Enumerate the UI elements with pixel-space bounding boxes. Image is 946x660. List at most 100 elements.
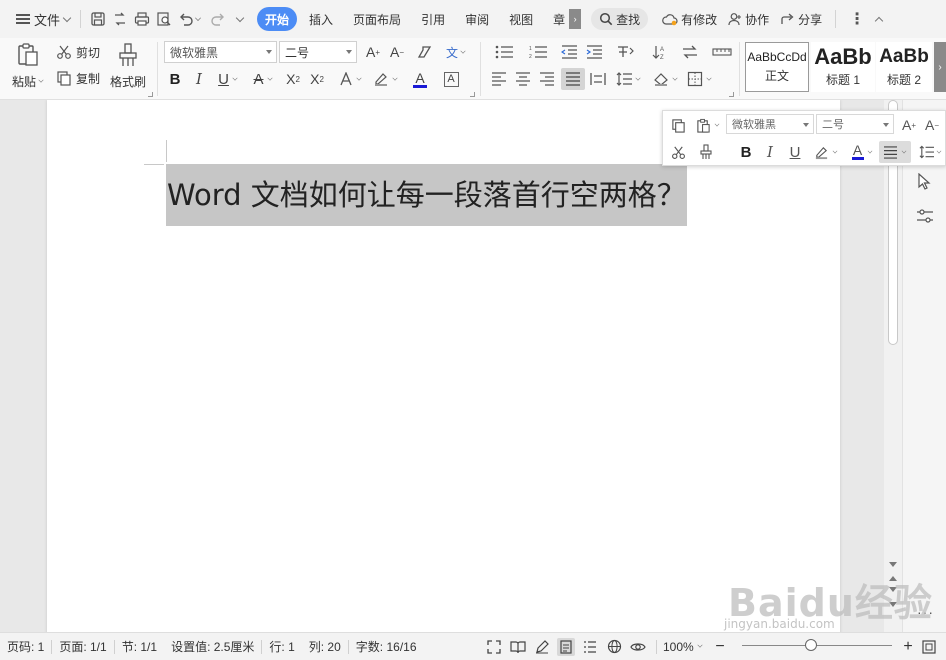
vertical-scrollbar[interactable] xyxy=(884,100,902,632)
status-pages[interactable]: 页面: 1/1 xyxy=(52,638,113,655)
font-color-button[interactable]: A xyxy=(405,68,435,90)
print-preview-icon[interactable] xyxy=(153,8,175,30)
superscript-button[interactable]: X2 xyxy=(282,68,304,90)
mini-font-color-button[interactable]: A xyxy=(847,141,877,163)
web-view-icon[interactable] xyxy=(605,638,623,656)
format-painter-button[interactable]: 格式刷 xyxy=(110,42,146,90)
has-changes-button[interactable]: 有修改 xyxy=(658,11,721,28)
grow-font-icon[interactable]: A + xyxy=(362,41,384,63)
selected-heading-text[interactable]: Word 文档如何让每一段落首行空两格？ xyxy=(166,164,687,226)
shrink-font-icon[interactable]: A − xyxy=(921,114,943,136)
sort-icon[interactable]: AZ xyxy=(648,41,670,63)
print-icon[interactable] xyxy=(131,8,153,30)
cut-button[interactable]: 剪切 xyxy=(56,42,100,62)
tab-chapter[interactable]: 章 xyxy=(545,7,565,31)
eye-protection-icon[interactable] xyxy=(629,638,647,656)
more-vertical-icon[interactable]: ⋮ xyxy=(845,9,869,29)
tab-references[interactable]: 引用 xyxy=(413,7,453,31)
zoom-slider-track[interactable] xyxy=(742,645,892,646)
char-border-icon[interactable]: A xyxy=(440,68,462,90)
tab-page-layout[interactable]: 页面布局 xyxy=(345,7,409,31)
clipboard-dialog-launcher[interactable] xyxy=(148,92,153,97)
underline-button[interactable]: U xyxy=(213,68,243,90)
outline-view-icon[interactable] xyxy=(581,638,599,656)
collapse-ribbon-icon[interactable] xyxy=(872,14,886,26)
mini-highlight-button[interactable] xyxy=(810,141,842,163)
paste-button[interactable]: 粘贴 xyxy=(12,42,44,90)
file-menu[interactable]: 文件 xyxy=(12,7,74,31)
style-normal[interactable]: AaBbCcDd 正文 xyxy=(745,42,809,92)
copy-icon[interactable] xyxy=(667,114,689,136)
collaborate-button[interactable]: 协作 xyxy=(724,11,773,28)
ruler-icon[interactable] xyxy=(708,41,736,63)
zoom-in-icon[interactable]: + xyxy=(899,638,917,656)
shrink-font-icon[interactable]: A − xyxy=(386,41,408,63)
status-setting-value[interactable]: 设置值: 2.5厘米 xyxy=(164,638,261,655)
text-direction-icon[interactable] xyxy=(676,41,704,63)
cut-icon[interactable] xyxy=(667,141,689,163)
save-icon[interactable] xyxy=(87,8,109,30)
zoom-out-icon[interactable]: − xyxy=(711,638,729,656)
mini-align-button[interactable] xyxy=(879,141,911,163)
mini-font-size-select[interactable]: 二号 xyxy=(816,114,894,134)
decrease-indent-icon[interactable] xyxy=(558,41,580,63)
strikethrough-button[interactable]: A xyxy=(248,68,278,90)
align-center-button[interactable] xyxy=(512,68,534,90)
subscript-button[interactable]: X2 xyxy=(306,68,328,90)
tab-review[interactable]: 审阅 xyxy=(457,7,497,31)
undo-icon[interactable] xyxy=(175,8,197,30)
font-size-select[interactable]: 二号 xyxy=(279,41,357,63)
status-page-number[interactable]: 页码: 1 xyxy=(0,638,51,655)
style-heading-1[interactable]: AaBb 标题 1 xyxy=(811,42,875,92)
mini-italic-button[interactable]: I xyxy=(760,141,780,163)
font-dialog-launcher[interactable] xyxy=(470,92,475,97)
status-row[interactable]: 行: 1 xyxy=(262,638,301,655)
paragraph-dialog-launcher[interactable] xyxy=(729,92,734,97)
quick-access-dropdown-icon[interactable] xyxy=(229,8,251,30)
grow-font-icon[interactable]: A + xyxy=(899,114,919,136)
shading-button[interactable] xyxy=(650,68,680,90)
bullet-list-button[interactable] xyxy=(488,41,520,63)
search-button[interactable]: 查找 xyxy=(591,8,649,30)
scroll-down-arrow-icon[interactable] xyxy=(889,562,897,567)
clear-format-icon[interactable] xyxy=(414,41,436,63)
justify-button[interactable] xyxy=(561,68,585,90)
numbered-list-button[interactable]: 12 xyxy=(522,41,554,63)
chinese-layout-icon[interactable] xyxy=(612,41,640,63)
mini-bold-button[interactable]: B xyxy=(736,141,756,163)
copy-button[interactable]: 复制 xyxy=(56,68,100,88)
document-page[interactable]: Word 文档如何让每一段落首行空两格？ xyxy=(47,100,840,632)
mini-font-name-select[interactable]: 微软雅黑 xyxy=(726,114,814,134)
borders-button[interactable] xyxy=(684,68,714,90)
paste-icon[interactable] xyxy=(693,114,723,136)
tab-home[interactable]: 开始 xyxy=(257,7,298,31)
zoom-slider-thumb[interactable] xyxy=(805,639,817,651)
tab-insert[interactable]: 插入 xyxy=(301,7,341,31)
line-spacing-button[interactable] xyxy=(612,68,644,90)
fit-window-icon[interactable] xyxy=(920,638,938,656)
phonetic-guide-icon[interactable]: 文 xyxy=(442,41,470,63)
fullscreen-icon[interactable] xyxy=(485,638,503,656)
page-view-icon[interactable] xyxy=(557,637,575,656)
convert-icon[interactable] xyxy=(109,8,131,30)
share-button[interactable]: 分享 xyxy=(776,11,826,28)
adjust-sliders-icon[interactable] xyxy=(916,208,934,227)
cursor-select-icon[interactable] xyxy=(917,172,931,194)
status-column[interactable]: 列: 20 xyxy=(302,638,348,655)
format-painter-icon[interactable] xyxy=(695,141,717,163)
reading-mode-icon[interactable] xyxy=(509,638,527,656)
mini-underline-button[interactable]: U xyxy=(784,141,806,163)
italic-button[interactable]: I xyxy=(189,68,209,90)
bold-button[interactable]: B xyxy=(165,68,185,90)
status-section[interactable]: 节: 1/1 xyxy=(115,638,164,655)
redo-icon[interactable] xyxy=(207,8,229,30)
distributed-align-button[interactable] xyxy=(587,68,609,90)
increase-indent-icon[interactable] xyxy=(583,41,605,63)
highlight-button[interactable] xyxy=(370,68,400,90)
text-effect-button[interactable] xyxy=(335,68,365,90)
align-right-button[interactable] xyxy=(536,68,558,90)
zoom-level-select[interactable]: 100% xyxy=(663,640,711,654)
more-tabs-arrow-icon[interactable]: › xyxy=(569,9,582,29)
align-left-button[interactable] xyxy=(488,68,510,90)
styles-more-icon[interactable]: › xyxy=(934,42,946,92)
